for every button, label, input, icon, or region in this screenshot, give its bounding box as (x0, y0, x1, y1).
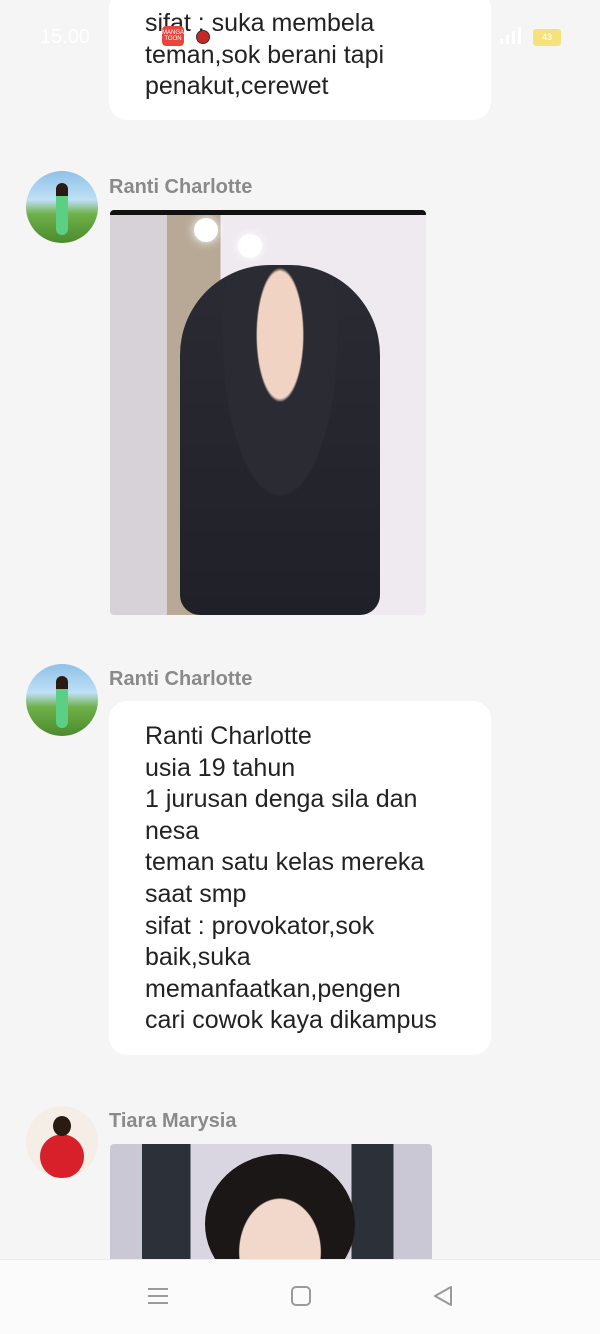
avatar-ranti[interactable] (26, 664, 98, 736)
message-line: cari cowok kaya dikampus (145, 1006, 437, 1035)
message-line: memanfaatkan,pengen (145, 974, 401, 1003)
message-bubble-text[interactable]: Ranti Charlotte usia 19 tahun 1 jurusan … (109, 701, 491, 1055)
sender-name: Tiara Marysia (109, 1110, 237, 1132)
message-line: sifat : provokator,sok (145, 911, 375, 940)
signal-icon (500, 27, 521, 44)
mangatoon-app-icon: MANGA TOON (162, 26, 184, 46)
system-nav-bar (0, 1259, 600, 1334)
sender-name: Ranti Charlotte (109, 176, 253, 198)
photo-subject (205, 1154, 355, 1264)
light-bulb (194, 218, 218, 242)
message-line: 1 jurusan denga sila dan (145, 785, 418, 814)
home-icon[interactable] (289, 1284, 313, 1308)
message-line: nesa (145, 816, 200, 845)
back-icon[interactable] (431, 1284, 455, 1308)
menu-icon[interactable] (146, 1284, 170, 1308)
message-line: baik,suka (145, 943, 251, 972)
message-line: penakut,cerewet (145, 72, 329, 101)
message-line: saat smp (145, 879, 247, 908)
status-time: 15.00 (40, 26, 91, 48)
notification-icon (196, 30, 210, 44)
message-photo[interactable] (110, 1144, 432, 1264)
message-line: teman satu kelas mereka (145, 848, 425, 877)
light-bulb (238, 234, 262, 258)
battery-icon: 43 (533, 29, 561, 46)
message-line: Ranti Charlotte (145, 722, 312, 750)
avatar-tiara[interactable] (26, 1106, 98, 1178)
status-bar: 15.00 MANGA TOON 43 (0, 0, 600, 72)
photo-subject (180, 265, 380, 615)
message-photo[interactable] (110, 210, 426, 615)
avatar-ranti[interactable] (26, 171, 98, 243)
message-line: usia 19 tahun (145, 753, 296, 782)
sender-name: Ranti Charlotte (109, 668, 253, 690)
